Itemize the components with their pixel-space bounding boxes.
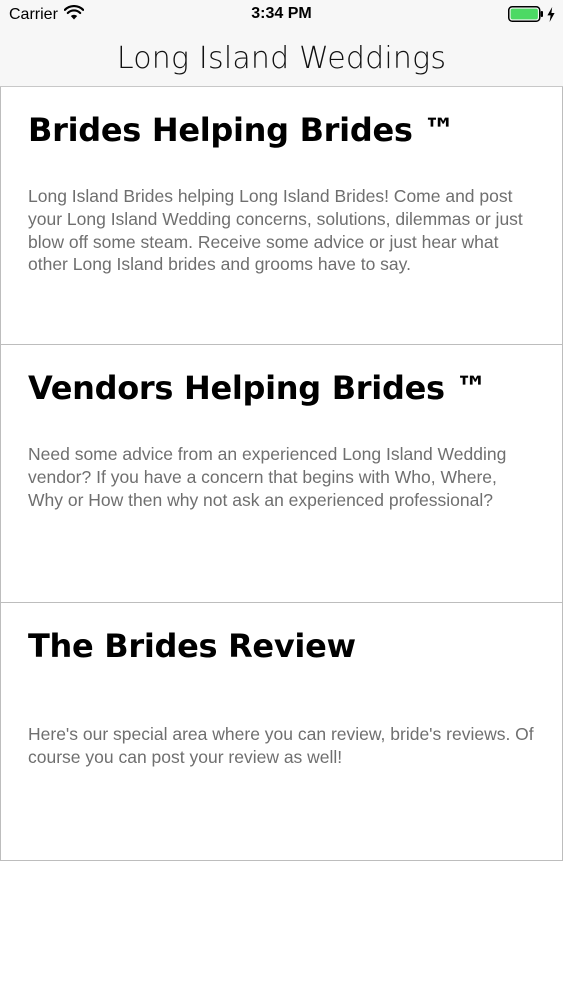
charging-bolt-icon [547, 6, 555, 27]
battery-icon [508, 6, 544, 27]
card-title: The Brides Review [28, 627, 356, 665]
card-title: Brides Helping Brides ™ [28, 111, 456, 149]
card-description: Need some advice from an experienced Lon… [28, 444, 507, 510]
status-bar: Carrier 3:34 PM [0, 0, 563, 30]
forum-card-vendors-helping-brides[interactable]: Vendors Helping Brides ™ Need some advic… [0, 345, 563, 603]
forum-card-brides-helping-brides[interactable]: Brides Helping Brides ™ Long Island Brid… [0, 87, 563, 345]
forum-card-brides-review[interactable]: The Brides Review Here's our special are… [0, 603, 563, 861]
page-title: Long Island Weddings [116, 40, 447, 76]
navigation-bar: Long Island Weddings [0, 30, 563, 87]
forum-list: Brides Helping Brides ™ Long Island Brid… [0, 87, 563, 861]
status-right [508, 6, 555, 27]
status-time: 3:34 PM [251, 5, 312, 22]
card-description: Long Island Brides helping Long Island B… [28, 186, 523, 275]
card-description: Here's our special area where you can re… [28, 724, 534, 767]
card-title: Vendors Helping Brides ™ [28, 369, 488, 407]
